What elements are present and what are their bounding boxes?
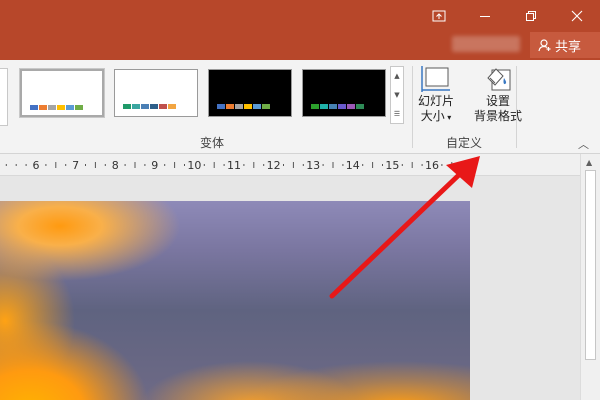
restore-button[interactable] [508, 0, 554, 32]
account-name-blurred [452, 36, 520, 52]
collapse-ribbon-icon[interactable]: ︿ [578, 136, 589, 152]
variant-thumbnail-1[interactable] [19, 68, 105, 118]
title-bar: 共享 [0, 0, 600, 60]
minimize-icon [480, 16, 490, 17]
close-icon [571, 10, 583, 22]
scroll-up-arrow-icon[interactable]: ▲ [586, 158, 592, 167]
variants-gallery [16, 66, 390, 124]
slide-editing-area [0, 176, 580, 400]
vertical-scrollbar[interactable]: ▲ [580, 154, 600, 400]
color-swatch [30, 105, 38, 110]
color-swatch [66, 105, 74, 110]
ribbon-display-options-button[interactable] [416, 0, 462, 32]
color-swatch [253, 104, 261, 109]
color-swatch [141, 104, 149, 109]
scroll-down-icon[interactable]: ▼ [394, 91, 399, 99]
color-swatch [262, 104, 270, 109]
customize-group-label: 自定义 [446, 136, 483, 150]
format-background-button[interactable]: 设置 背景格式 [474, 64, 522, 124]
scrollbar-thumb[interactable] [585, 170, 596, 360]
ruler-label: 15 [385, 159, 399, 172]
color-swatch [132, 104, 140, 109]
color-swatch [39, 105, 47, 110]
slide-size-label-line2: 大小 ▾ [420, 109, 452, 123]
color-swatch [235, 104, 243, 109]
slide-size-label-line1: 幻灯片 [418, 94, 455, 108]
variant-thumbnail-4[interactable] [302, 69, 386, 117]
ribbon-display-icon [432, 10, 446, 22]
restore-icon [526, 11, 536, 21]
variants-group-label: 变体 [200, 136, 225, 150]
color-swatch [168, 104, 176, 109]
person-icon [538, 39, 551, 52]
ruler-label: 10 [187, 159, 201, 172]
variant-thumbnail-3[interactable] [208, 69, 292, 117]
ribbon-design-tab: ▲ ▼ ☰ 变体 幻灯片 大小 ▾ 设置 背景格式 自定义 ︿ [0, 60, 600, 154]
ruler-label: 13 [306, 159, 320, 172]
color-swatch [226, 104, 234, 109]
variant-thumbnail-2[interactable] [114, 69, 198, 117]
ruler-label: 14 [346, 159, 360, 172]
format-background-label-line2: 背景格式 [474, 109, 523, 123]
dropdown-icon: ▾ [444, 113, 452, 122]
share-button[interactable]: 共享 [530, 32, 600, 58]
scroll-up-icon[interactable]: ▲ [394, 72, 399, 80]
ruler-ticks: 6 7 8 9 10 11 12 13 14 15 16 [5, 159, 463, 172]
more-icon[interactable]: ☰ [394, 110, 400, 118]
color-swatch [57, 105, 65, 110]
format-background-icon [487, 68, 511, 91]
close-button[interactable] [554, 0, 600, 32]
color-swatch [217, 104, 225, 109]
format-background-label-line1: 设置 [486, 94, 511, 108]
color-swatch [338, 104, 346, 109]
minimize-button[interactable] [462, 0, 508, 32]
group-separator [412, 66, 413, 148]
ruler-label: 9 [151, 159, 158, 172]
color-swatch [123, 104, 131, 109]
horizontal-ruler: 6 7 8 9 10 11 12 13 14 15 16 [0, 154, 580, 176]
group-separator [516, 66, 517, 148]
ruler-label: 7 [72, 159, 79, 172]
slide-size-icon [421, 66, 450, 92]
color-swatch [329, 104, 337, 109]
color-swatch [356, 104, 364, 109]
color-swatch [159, 104, 167, 109]
ruler-label: 16 [425, 159, 439, 172]
color-swatch [75, 105, 83, 110]
themes-gallery-edge [0, 68, 8, 126]
ruler-label: 11 [227, 159, 241, 172]
color-swatch [150, 104, 158, 109]
color-swatch [347, 104, 355, 109]
color-swatch [311, 104, 319, 109]
color-swatch [244, 104, 252, 109]
color-swatch [48, 105, 56, 110]
ruler-label: 8 [112, 159, 119, 172]
slide-size-button[interactable]: 幻灯片 大小 ▾ [418, 64, 454, 125]
variants-gallery-scroll[interactable]: ▲ ▼ ☰ [390, 66, 404, 124]
share-label: 共享 [555, 39, 582, 55]
color-swatch [320, 104, 328, 109]
slide-background-image[interactable] [0, 201, 470, 400]
ruler-label: 6 [33, 159, 40, 172]
ruler-label: 12 [267, 159, 281, 172]
